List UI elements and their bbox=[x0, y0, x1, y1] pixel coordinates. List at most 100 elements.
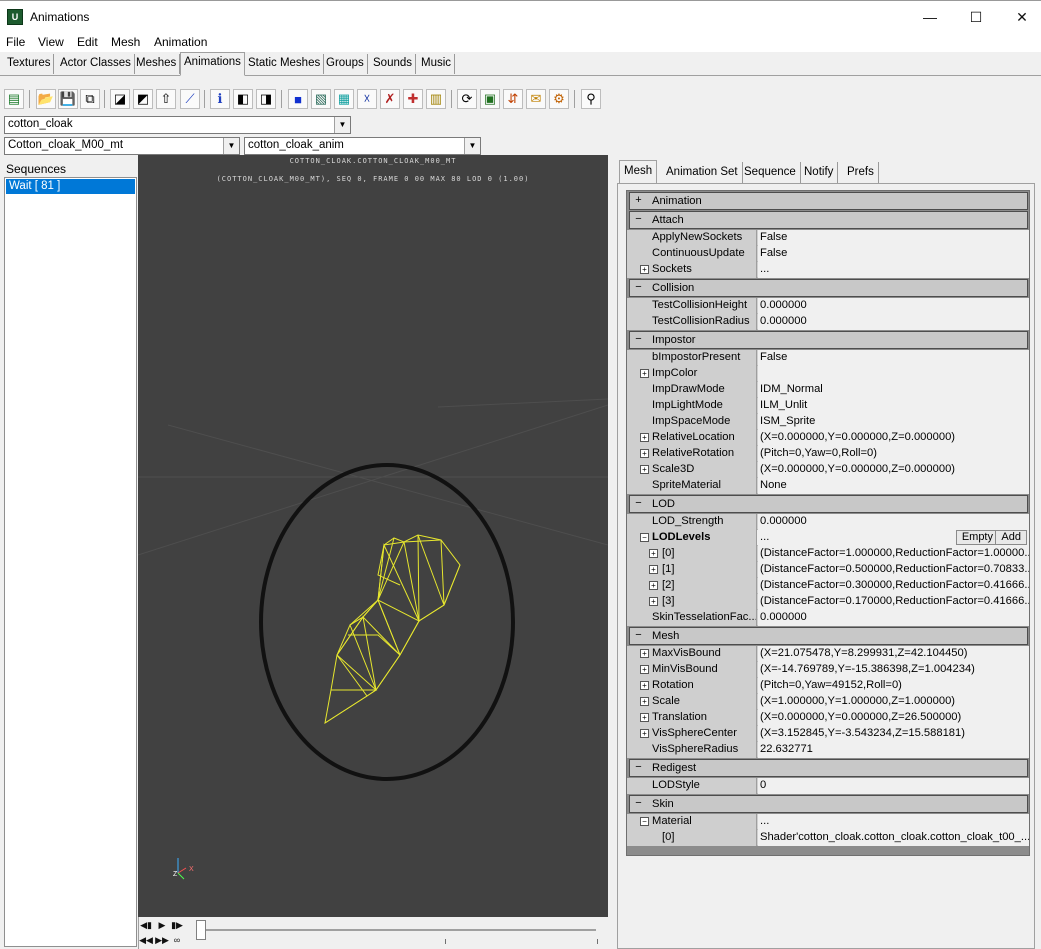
sequence-item-wait[interactable]: Wait [ 81 ] bbox=[6, 179, 135, 194]
expand-icon[interactable]: + bbox=[640, 369, 649, 378]
tab-textures[interactable]: Textures bbox=[4, 54, 55, 74]
property-row[interactable]: Translation (X=0.000000,Y=0.000000,Z=26.5… bbox=[627, 710, 1029, 726]
collapse-icon[interactable]: − bbox=[633, 798, 644, 809]
add-button[interactable]: Add bbox=[995, 530, 1027, 545]
sequences-list[interactable]: Wait [ 81 ] bbox=[4, 177, 137, 947]
property-value[interactable]: False bbox=[758, 350, 1029, 366]
property-value[interactable]: ... bbox=[758, 814, 1029, 830]
property-value[interactable]: (DistanceFactor=1.000000,ReductionFactor… bbox=[758, 546, 1029, 562]
property-grid[interactable]: + Animation − Attach ApplyNewSockets False Con… bbox=[626, 190, 1030, 856]
property-row[interactable]: [3] (DistanceFactor=0.170000,ReductionFac… bbox=[627, 594, 1029, 610]
collapse-icon[interactable]: − bbox=[633, 630, 644, 641]
collapse-icon[interactable]: − bbox=[633, 214, 644, 225]
property-value[interactable]: (X=0.000000,Y=0.000000,Z=26.500000) bbox=[758, 710, 1029, 726]
mesh-viewport[interactable]: COTTON_CLOAK.COTTON_CLOAK_M00_MT (COTTON… bbox=[138, 155, 608, 917]
rewind-icon[interactable]: ◀◀ bbox=[139, 934, 153, 947]
expand-icon[interactable]: + bbox=[640, 265, 649, 274]
property-row[interactable]: Scale3D (X=0.000000,Y=0.000000,Z=0.000000… bbox=[627, 462, 1029, 478]
new-package-icon[interactable]: ▤ bbox=[4, 89, 24, 109]
collapse-icon[interactable]: − bbox=[633, 498, 644, 509]
menu-mesh[interactable]: Mesh bbox=[111, 35, 140, 49]
property-row[interactable]: Scale (X=1.000000,Y=1.000000,Z=1.000000) + bbox=[627, 694, 1029, 710]
step-back-icon[interactable]: ◀▮ bbox=[139, 919, 153, 932]
property-value[interactable]: (X=1.000000,Y=1.000000,Z=1.000000) bbox=[758, 694, 1029, 710]
category-animation[interactable]: + Animation bbox=[629, 192, 1028, 210]
property-value[interactable]: ... bbox=[758, 262, 1029, 278]
category-redigest[interactable]: − Redigest bbox=[629, 759, 1028, 777]
bones-icon[interactable]: ✗ bbox=[380, 89, 400, 109]
property-row[interactable]: ImpDrawMode IDM_Normal bbox=[627, 382, 1029, 398]
tab-animation-set[interactable]: Animation Set bbox=[662, 162, 743, 183]
pin-icon[interactable]: ⚲ bbox=[581, 89, 601, 109]
property-value[interactable]: 0.000000 bbox=[758, 314, 1029, 330]
property-row[interactable]: LODLevels... − Empty Add bbox=[627, 530, 1029, 546]
expand-icon[interactable]: + bbox=[640, 665, 649, 674]
property-row[interactable]: ImpLightMode ILM_Unlit bbox=[627, 398, 1029, 414]
property-row[interactable]: MaxVisBound (X=21.075478,Y=8.299931,Z=42.… bbox=[627, 646, 1029, 662]
timeline-track[interactable] bbox=[201, 929, 596, 931]
menu-edit[interactable]: Edit bbox=[77, 35, 98, 49]
refresh-icon[interactable]: ⟳ bbox=[457, 89, 477, 109]
property-row[interactable]: Rotation (Pitch=0,Yaw=49152,Roll=0) + bbox=[627, 678, 1029, 694]
property-value[interactable]: 0.000000 bbox=[758, 514, 1029, 530]
property-row[interactable]: [0] Shader'cotton_cloak.cotton_cloak.cott… bbox=[627, 830, 1029, 846]
property-value[interactable]: IDM_Normal bbox=[758, 382, 1029, 398]
property-value[interactable]: ILM_Unlit bbox=[758, 398, 1029, 414]
link-icon[interactable]: ⟋ bbox=[180, 89, 200, 109]
chevron-down-icon[interactable]: ▼ bbox=[464, 138, 480, 154]
property-value[interactable]: (X=21.075478,Y=8.299931,Z=42.104450) bbox=[758, 646, 1029, 662]
property-value[interactable]: (Pitch=0,Yaw=49152,Roll=0) bbox=[758, 678, 1029, 694]
expand-icon[interactable]: + bbox=[640, 465, 649, 474]
category-skin[interactable]: − Skin bbox=[629, 795, 1028, 813]
mesh-combo[interactable]: Cotton_cloak_M00_mt ▼ bbox=[4, 137, 240, 155]
expand-icon[interactable]: + bbox=[640, 697, 649, 706]
property-value[interactable]: (DistanceFactor=0.300000,ReductionFactor… bbox=[758, 578, 1029, 594]
import-anim-icon[interactable]: ◩ bbox=[133, 89, 153, 109]
property-row[interactable]: VisSphereCenter (X=3.152845,Y=-3.543234,Z… bbox=[627, 726, 1029, 742]
property-value[interactable]: False bbox=[758, 230, 1029, 246]
expand-icon[interactable]: + bbox=[640, 649, 649, 658]
property-row[interactable]: LODStyle 0 bbox=[627, 778, 1029, 794]
category-collision[interactable]: − Collision bbox=[629, 279, 1028, 297]
lod-icon[interactable]: ▣ bbox=[480, 89, 500, 109]
category-attach[interactable]: − Attach bbox=[629, 211, 1028, 229]
property-value[interactable]: 0.000000 bbox=[758, 610, 1029, 626]
property-row[interactable]: LOD_Strength 0.000000 bbox=[627, 514, 1029, 530]
category-lod[interactable]: − LOD bbox=[629, 495, 1028, 513]
property-row[interactable]: [2] (DistanceFactor=0.300000,ReductionFac… bbox=[627, 578, 1029, 594]
property-value[interactable] bbox=[758, 366, 1029, 382]
compress-icon[interactable]: ⇵ bbox=[503, 89, 523, 109]
import-mesh-icon[interactable]: ◪ bbox=[110, 89, 130, 109]
expand-icon[interactable]: + bbox=[640, 449, 649, 458]
expand-icon[interactable]: + bbox=[633, 195, 644, 206]
collapse-icon[interactable]: − bbox=[640, 533, 649, 542]
tab-groups[interactable]: Groups bbox=[323, 54, 368, 74]
collapse-icon[interactable]: − bbox=[633, 762, 644, 773]
property-value[interactable]: 0.000000 bbox=[758, 298, 1029, 314]
property-value[interactable]: None bbox=[758, 478, 1029, 494]
fast-forward-icon[interactable]: ▶▶ bbox=[155, 934, 169, 947]
property-row[interactable]: ContinuousUpdate False bbox=[627, 246, 1029, 262]
tab-music[interactable]: Music bbox=[418, 54, 456, 74]
notify-icon[interactable]: ✉ bbox=[526, 89, 546, 109]
expand-icon[interactable]: + bbox=[649, 597, 658, 606]
mesh-props-icon[interactable]: ◧ bbox=[233, 89, 253, 109]
property-row[interactable]: MinVisBound (X=-14.769789,Y=-15.386398,Z=… bbox=[627, 662, 1029, 678]
loop-icon[interactable]: ∞ bbox=[170, 934, 184, 947]
empty-button[interactable]: Empty bbox=[955, 530, 999, 545]
socket-icon[interactable]: ✚ bbox=[403, 89, 423, 109]
expand-icon[interactable]: + bbox=[640, 681, 649, 690]
minimize-button[interactable]: — bbox=[907, 1, 953, 33]
wireframe-icon[interactable]: ▧ bbox=[311, 89, 331, 109]
expand-icon[interactable]: + bbox=[649, 565, 658, 574]
property-value[interactable]: False bbox=[758, 246, 1029, 262]
chevron-down-icon[interactable]: ▼ bbox=[223, 138, 239, 154]
property-value[interactable]: (DistanceFactor=0.170000,ReductionFactor… bbox=[758, 594, 1029, 610]
property-row[interactable]: SkinTesselationFac... 0.000000 bbox=[627, 610, 1029, 626]
property-row[interactable]: Sockets... + bbox=[627, 262, 1029, 278]
property-value[interactable]: ISM_Sprite bbox=[758, 414, 1029, 430]
property-row[interactable]: TestCollisionRadius 0.000000 bbox=[627, 314, 1029, 330]
menu-view[interactable]: View bbox=[38, 35, 64, 49]
collapse-icon[interactable]: − bbox=[633, 334, 644, 345]
property-row[interactable]: [0] (DistanceFactor=1.000000,ReductionFac… bbox=[627, 546, 1029, 562]
